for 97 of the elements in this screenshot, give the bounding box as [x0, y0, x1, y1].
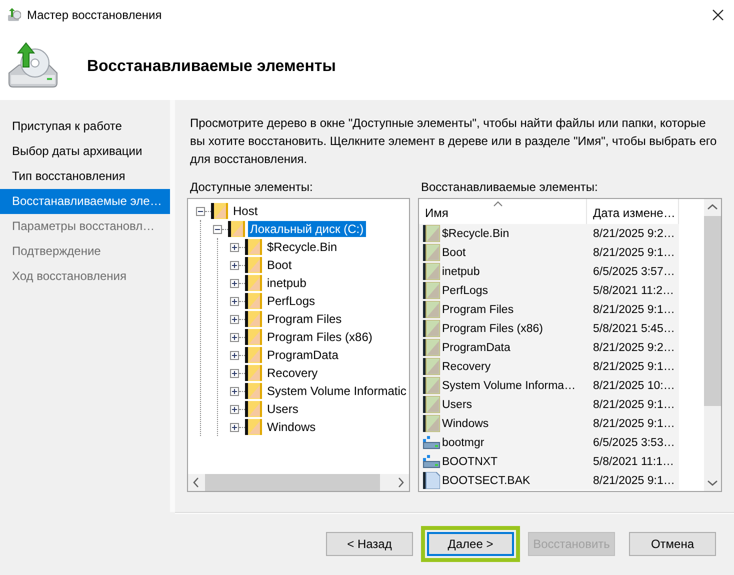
date-cell: 8/21/2025 9:1… — [587, 471, 679, 490]
page-heading: Восстанавливаемые элементы — [87, 58, 336, 76]
file-name[interactable]: Boot — [442, 246, 466, 258]
close-icon[interactable] — [712, 9, 724, 21]
name-cell[interactable]: bootmgr — [419, 433, 587, 452]
tree-item[interactable]: Host — [231, 203, 260, 219]
step-item[interactable]: Тип восстановления — [0, 164, 170, 189]
expand-icon[interactable] — [230, 242, 239, 252]
date-cell: 5/8/2021 11:2… — [587, 281, 679, 300]
tree-item[interactable]: ProgramData — [265, 347, 340, 363]
folder-icon — [245, 419, 262, 435]
expand-icon[interactable] — [230, 422, 239, 432]
expand-icon[interactable] — [230, 386, 239, 396]
expand-icon[interactable] — [230, 350, 239, 360]
step-item[interactable]: Приступая к работе — [0, 114, 170, 139]
file-name[interactable]: BOOTSECT.BAK — [442, 474, 530, 486]
file-name[interactable]: System Volume Informa… — [442, 380, 576, 392]
tree-item[interactable]: Users — [265, 401, 300, 417]
folder-icon — [245, 311, 262, 327]
window-title: Мастер восстановления — [27, 8, 163, 22]
date-cell: 8/21/2025 9:1… — [587, 357, 679, 376]
file-name[interactable]: Recovery — [442, 360, 491, 372]
expand-icon[interactable] — [230, 278, 239, 288]
name-cell[interactable]: ProgramData — [419, 338, 587, 357]
name-cell[interactable]: Program Files — [419, 300, 587, 319]
folder-icon — [245, 239, 262, 255]
file-name[interactable]: ProgramData — [442, 342, 510, 354]
name-cell[interactable]: BOOTNXT — [419, 452, 587, 471]
date-cell: 8/21/2025 9:1… — [587, 395, 679, 414]
name-cell[interactable]: Boot — [419, 243, 587, 262]
file-name[interactable]: Program Files — [442, 304, 514, 316]
name-cell[interactable]: System Volume Informa… — [419, 376, 587, 395]
folder-icon — [245, 383, 262, 399]
date-cell: 8/21/2025 9:1… — [587, 300, 679, 319]
horizontal-scrollbar[interactable] — [188, 474, 409, 491]
file-name[interactable]: BOOTNXT — [442, 456, 498, 468]
folder-icon — [228, 221, 245, 237]
name-cell[interactable]: inetpub — [419, 262, 587, 281]
name-cell[interactable]: $Recycle.Bin — [419, 224, 587, 243]
folder-icon — [211, 203, 228, 219]
date-cell: 8/21/2025 10:… — [587, 376, 679, 395]
folder-icon — [245, 365, 262, 381]
tree-item[interactable]: System Volume Informatic — [265, 383, 408, 399]
expand-icon[interactable] — [230, 296, 239, 306]
name-cell[interactable]: BOOTSECT.BAK — [419, 471, 587, 490]
folder-icon — [245, 347, 262, 363]
tree-item[interactable]: Program Files — [265, 311, 344, 327]
expand-icon[interactable] — [230, 332, 239, 342]
date-cell: 6/5/2025 3:53… — [587, 433, 679, 452]
tree-item[interactable]: Boot — [265, 257, 294, 273]
list-label: Восстанавливаемые элементы: — [421, 179, 599, 195]
file-name[interactable]: $Recycle.Bin — [442, 228, 510, 240]
name-cell[interactable]: Users — [419, 395, 587, 414]
vertical-scrollbar[interactable] — [704, 199, 721, 491]
tree-item[interactable]: Локальный диск (C:) — [248, 221, 366, 237]
wizard-button[interactable]: < Назад — [326, 532, 413, 556]
file-name[interactable]: Windows — [442, 418, 489, 430]
folder-icon — [245, 275, 262, 291]
name-cell[interactable]: Program Files (x86) — [419, 319, 587, 338]
expand-icon[interactable] — [230, 314, 239, 324]
date-cell: 8/21/2025 9:1… — [587, 243, 679, 262]
folder-icon — [245, 257, 262, 273]
tree-item[interactable]: $Recycle.Bin — [265, 239, 340, 255]
folder-icon — [245, 401, 262, 417]
collapse-icon[interactable] — [213, 224, 222, 234]
expand-icon[interactable] — [230, 368, 239, 378]
expand-icon[interactable] — [230, 260, 239, 270]
tree-item[interactable]: Recovery — [265, 365, 320, 381]
name-cell[interactable]: Recovery — [419, 357, 587, 376]
expand-icon[interactable] — [230, 404, 239, 414]
tree-item[interactable]: Windows — [265, 419, 318, 435]
date-cell: 8/21/2025 9:2… — [587, 338, 679, 357]
step-item[interactable]: Восстанавливаемые эле… — [0, 189, 170, 214]
date-cell: 5/8/2021 5:45… — [587, 319, 679, 338]
wizard-button[interactable]: Отмена — [629, 532, 716, 556]
file-name[interactable]: PerfLogs — [442, 284, 488, 296]
file-name[interactable]: bootmgr — [442, 436, 484, 448]
folder-icon — [245, 293, 262, 309]
step-item[interactable]: Выбор даты архивации — [0, 139, 170, 164]
file-name[interactable]: inetpub — [442, 266, 480, 278]
file-name[interactable]: Users — [442, 398, 472, 410]
name-cell[interactable]: Windows — [419, 414, 587, 433]
name-cell[interactable]: PerfLogs — [419, 281, 587, 300]
file-name[interactable]: Program Files (x86) — [442, 322, 543, 334]
date-cell: 8/21/2025 9:1… — [587, 414, 679, 433]
instruction-text: Просмотрите дерево в окне "Доступные элементы", чтобы найти файлы или папки, которые вы хотите восстановить. Щелкните элемент в дереве или в разделе "Имя", чтобы выбрать его для восстановления. — [190, 115, 718, 168]
date-cell: 8/21/2025 9:2… — [587, 224, 679, 243]
date-cell: 5/8/2021 11:1… — [587, 452, 679, 471]
tree-item[interactable]: PerfLogs — [265, 293, 318, 309]
tree-label: Доступные элементы: — [190, 179, 314, 195]
folder-icon — [245, 329, 262, 345]
collapse-icon[interactable] — [196, 206, 205, 216]
tree-item[interactable]: inetpub — [265, 275, 308, 291]
date-cell: 6/5/2025 3:57… — [587, 262, 679, 281]
tree-item[interactable]: Program Files (x86) — [265, 329, 374, 345]
wizard-button[interactable]: Далее > — [427, 532, 514, 556]
app-icon — [6, 8, 21, 22]
